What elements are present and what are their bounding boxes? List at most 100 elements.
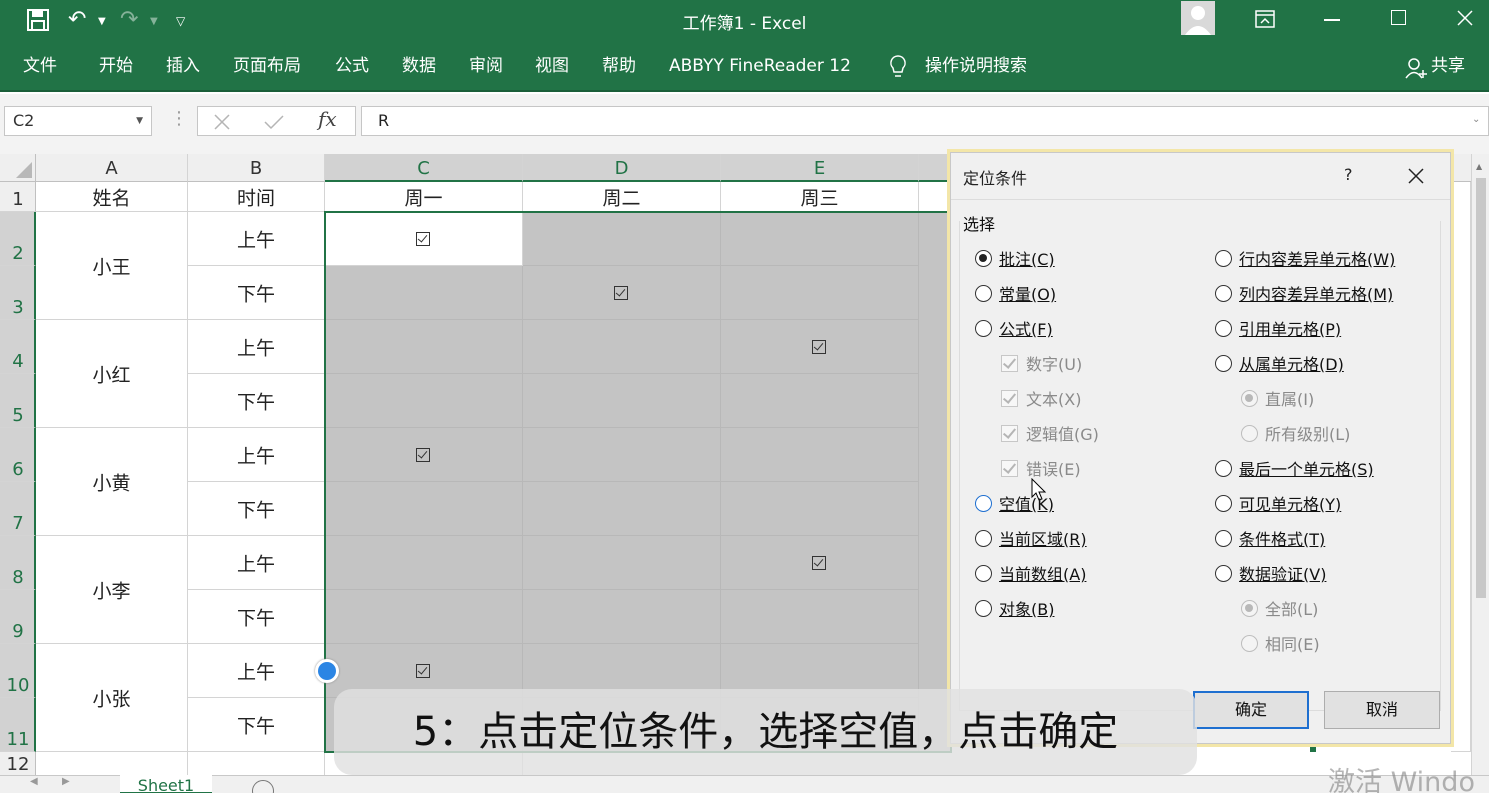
tab-page-layout[interactable]: 页面布局 (233, 55, 301, 77)
add-sheet-icon[interactable] (252, 780, 274, 793)
cell-right-column[interactable] (1451, 182, 1471, 752)
help-icon[interactable]: ? (1344, 165, 1353, 184)
row-header-12[interactable]: 12 (0, 752, 36, 777)
name-box[interactable]: C2 ▼ (4, 106, 152, 136)
cell-e2[interactable] (721, 212, 919, 266)
right-option-6[interactable]: 最后一个单元格(S) (1215, 459, 1374, 481)
cell-e1[interactable]: 周三 (721, 182, 919, 212)
tab-file[interactable]: 文件 (23, 55, 57, 77)
cell-d9[interactable] (523, 590, 721, 644)
cell-e3[interactable] (721, 266, 919, 320)
right-option-8[interactable]: 条件格式(T) (1215, 529, 1325, 551)
cell-name-3[interactable]: 小黄 (36, 428, 188, 536)
right-option-9[interactable]: 数据验证(V) (1215, 564, 1326, 586)
row-header-4[interactable]: 4 (0, 320, 36, 374)
cell-e5[interactable] (721, 374, 919, 428)
tab-review[interactable]: 审阅 (469, 55, 503, 77)
tab-view[interactable]: 视图 (535, 55, 569, 77)
cell-c7[interactable] (325, 482, 523, 536)
row-header-6[interactable]: 6 (0, 428, 36, 482)
account-avatar[interactable] (1181, 1, 1215, 35)
cell-b5[interactable]: 下午 (188, 374, 325, 428)
share-button[interactable]: 共享 (1431, 55, 1465, 77)
row-header-8[interactable]: 8 (0, 536, 36, 590)
column-header-b[interactable]: B (188, 154, 325, 182)
left-option-7[interactable]: 空值(K) (975, 494, 1054, 516)
cell-d8[interactable] (523, 536, 721, 590)
confirm-entry-icon[interactable] (264, 114, 284, 130)
cell-name-2[interactable]: 小红 (36, 320, 188, 428)
cell-b12[interactable] (188, 752, 325, 777)
left-option-0[interactable]: 批注(C) (975, 249, 1055, 271)
cell-d5[interactable] (523, 374, 721, 428)
row-header-1[interactable]: 1 (0, 182, 36, 212)
cell-b9[interactable]: 下午 (188, 590, 325, 644)
dialog-close-icon[interactable] (1408, 168, 1424, 184)
cell-b2[interactable]: 上午 (188, 212, 325, 266)
left-option-9[interactable]: 当前数组(A) (975, 564, 1086, 586)
tab-data[interactable]: 数据 (402, 55, 436, 77)
cell-d4[interactable] (523, 320, 721, 374)
cell-name-1[interactable]: 小王 (36, 212, 188, 320)
cell-c3[interactable] (325, 266, 523, 320)
expand-formula-icon[interactable]: ⌄ (1472, 114, 1480, 125)
next-sheet-icon[interactable]: ▶ (62, 776, 70, 787)
ribbon-display-icon[interactable] (1255, 10, 1275, 28)
cell-e9[interactable] (721, 590, 919, 644)
share-icon[interactable] (1405, 57, 1427, 79)
tell-me-search[interactable]: 操作说明搜索 (925, 55, 1027, 77)
row-header-9[interactable]: 9 (0, 590, 36, 644)
sheet-tab-sheet1[interactable]: Sheet1 (120, 775, 212, 793)
cancel-button[interactable]: 取消 (1324, 691, 1440, 729)
cell-e7[interactable] (721, 482, 919, 536)
cancel-entry-icon[interactable] (214, 114, 230, 130)
cell-b7[interactable]: 下午 (188, 482, 325, 536)
cell-c1[interactable]: 周一 (325, 182, 523, 212)
row-header-7[interactable]: 7 (0, 482, 36, 536)
cell-b3[interactable]: 下午 (188, 266, 325, 320)
cell-b10[interactable]: 上午 (188, 644, 325, 698)
formula-input[interactable]: R (361, 106, 1489, 136)
tab-formulas[interactable]: 公式 (335, 55, 369, 77)
tab-home[interactable]: 开始 (99, 55, 133, 77)
cell-e6[interactable] (721, 428, 919, 482)
left-option-2[interactable]: 公式(F) (975, 319, 1053, 341)
cell-name-4[interactable]: 小李 (36, 536, 188, 644)
tab-help[interactable]: 帮助 (602, 55, 636, 77)
cell-b4[interactable]: 上午 (188, 320, 325, 374)
column-header-d[interactable]: D (523, 154, 721, 182)
row-header-3[interactable]: 3 (0, 266, 36, 320)
right-option-7[interactable]: 可见单元格(Y) (1215, 494, 1341, 516)
cell-name-5[interactable]: 小张 (36, 644, 188, 752)
cell-f1[interactable] (919, 182, 951, 212)
name-box-dropdown-icon[interactable]: ▼ (136, 107, 143, 135)
tab-abbyy[interactable]: ABBYY FineReader 12 (669, 55, 851, 77)
select-all-corner[interactable] (0, 154, 36, 182)
row-header-5[interactable]: 5 (0, 374, 36, 428)
cell-c8[interactable] (325, 536, 523, 590)
cell-b11[interactable]: 下午 (188, 698, 325, 752)
row-header-2[interactable]: 2 (0, 212, 36, 266)
tab-insert[interactable]: 插入 (166, 55, 200, 77)
cell-d7[interactable] (523, 482, 721, 536)
cell-b6[interactable]: 上午 (188, 428, 325, 482)
right-option-3[interactable]: 从属单元格(D) (1215, 354, 1344, 376)
cell-d6[interactable] (523, 428, 721, 482)
minimize-icon[interactable] (1324, 19, 1340, 21)
insert-function-icon[interactable]: fx (318, 107, 337, 131)
cell-b1[interactable]: 时间 (188, 182, 325, 212)
cell-a1[interactable]: 姓名 (36, 182, 188, 212)
column-header-c[interactable]: C (325, 154, 523, 182)
cell-d2[interactable] (523, 212, 721, 266)
left-option-1[interactable]: 常量(O) (975, 284, 1056, 306)
cell-c4[interactable] (325, 320, 523, 374)
right-option-2[interactable]: 引用单元格(P) (1215, 319, 1341, 341)
cell-a12[interactable] (36, 752, 188, 777)
ok-button[interactable]: 确定 (1193, 691, 1309, 729)
vertical-scrollbar[interactable]: ▲ (1471, 154, 1489, 777)
formula-bar-grip-icon[interactable]: ⋮ (170, 108, 188, 129)
cell-b8[interactable]: 上午 (188, 536, 325, 590)
column-header-a[interactable]: A (36, 154, 188, 182)
column-header-e[interactable]: E (721, 154, 919, 182)
fill-handle[interactable] (1310, 746, 1316, 752)
